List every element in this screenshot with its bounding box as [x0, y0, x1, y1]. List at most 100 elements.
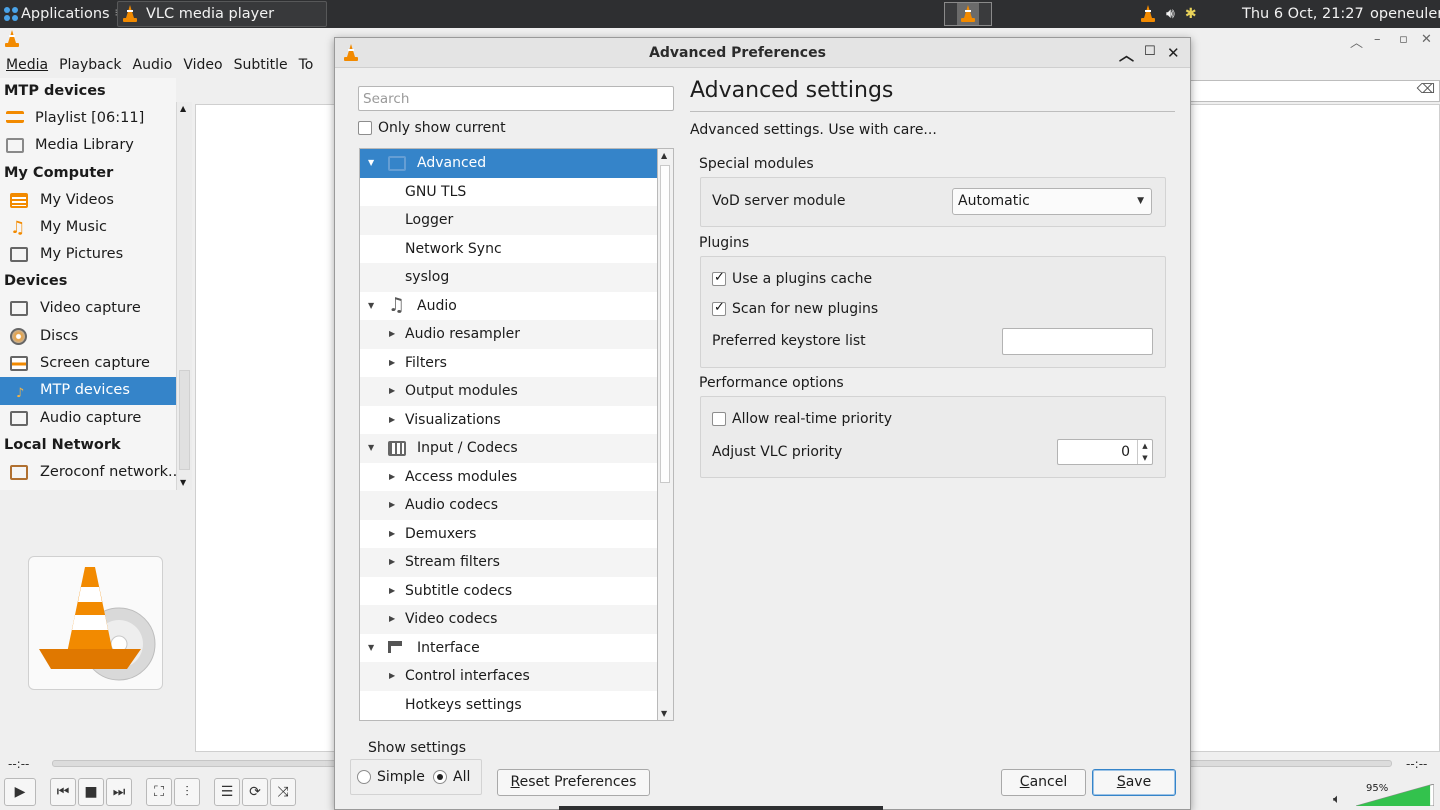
menu-video[interactable]: Video	[177, 57, 227, 73]
clear-search-icon[interactable]: ⌫	[1417, 82, 1435, 97]
close-icon[interactable]: ✕	[1167, 44, 1180, 62]
loop-button[interactable]: ⟳	[242, 778, 268, 806]
sidebar-item-media-library[interactable]: Media Library	[0, 132, 176, 159]
expand-arrow-icon[interactable]: ▶	[389, 520, 395, 549]
scroll-down-icon[interactable]: ▼	[661, 709, 667, 718]
sidebar-item-mtp-devices[interactable]: ♪ MTP devices	[0, 377, 176, 405]
cancel-button[interactable]: Cancel	[1001, 769, 1086, 796]
sidebar-item-my-music[interactable]: ♫ My Music	[0, 214, 176, 241]
next-button[interactable]: ⏭	[106, 778, 132, 806]
minimize-icon[interactable]: –	[1374, 32, 1381, 47]
playlist-toggle-button[interactable]: ☰	[214, 778, 240, 806]
menu-tools[interactable]: To	[293, 57, 319, 73]
fullscreen-button[interactable]: ⛶	[146, 778, 172, 806]
sidebar-item-video-capture[interactable]: Video capture	[0, 295, 176, 322]
tree-scrollbar[interactable]: ▲ ▼	[658, 148, 674, 721]
chevron-up-icon[interactable]: ︿	[1350, 32, 1363, 51]
radio-circle[interactable]	[357, 770, 371, 784]
tree-item-audio[interactable]: ▼ ♫ Audio	[360, 292, 657, 321]
checkbox-box[interactable]	[712, 412, 726, 426]
expand-arrow-icon[interactable]: ▼	[368, 634, 374, 663]
scroll-up-icon[interactable]: ▲	[180, 104, 186, 113]
user-menu[interactable]: openeuler	[1370, 0, 1440, 28]
expand-arrow-icon[interactable]: ▼	[368, 434, 374, 463]
spin-arrows-icon[interactable]: ▲ ▼	[1137, 440, 1152, 464]
volume-tray-icon[interactable]: 🔊︎	[1166, 6, 1175, 22]
expand-arrow-icon[interactable]: ▶	[389, 377, 395, 406]
expand-arrow-icon[interactable]: ▶	[389, 406, 395, 435]
expand-arrow-icon[interactable]: ▶	[389, 662, 395, 691]
tree-item-audio-resampler[interactable]: ▶ Audio resampler	[360, 320, 657, 349]
expand-arrow-icon[interactable]: ▶	[389, 605, 395, 634]
simple-radio[interactable]: Simple	[357, 769, 425, 785]
menu-playback[interactable]: Playback	[53, 57, 126, 73]
playlist-search-input[interactable]: a ⌫	[1180, 80, 1440, 102]
tree-item-visualizations[interactable]: ▶ Visualizations	[360, 406, 657, 435]
taskbar-vlc-button[interactable]: VLC media player	[117, 1, 327, 27]
menu-media[interactable]: Media	[0, 57, 53, 73]
tree-item-syslog[interactable]: syslog	[360, 263, 657, 292]
tree-item-filters[interactable]: ▶ Filters	[360, 349, 657, 378]
shade-icon[interactable]: ︿	[1119, 44, 1134, 65]
tree-item-demuxers[interactable]: ▶ Demuxers	[360, 520, 657, 549]
close-icon[interactable]: ✕	[1421, 32, 1432, 47]
tree-item-logger[interactable]: Logger	[360, 206, 657, 235]
expand-arrow-icon[interactable]: ▶	[389, 463, 395, 492]
clock[interactable]: Thu 6 Oct, 21:27	[1242, 0, 1364, 28]
tree-item-video-codecs[interactable]: ▶ Video codecs	[360, 605, 657, 634]
scrollbar-thumb[interactable]	[179, 370, 190, 470]
expand-arrow-icon[interactable]: ▶	[389, 491, 395, 520]
stop-button[interactable]: ■	[78, 778, 104, 806]
applications-menu-button[interactable]: Applications ⁝	[4, 0, 118, 28]
keystore-input[interactable]	[1002, 328, 1153, 355]
checkbox-box[interactable]	[712, 300, 726, 316]
sidebar-item-screen-capture[interactable]: Screen capture	[0, 350, 176, 377]
tree-item-advanced[interactable]: ▼ Advanced	[360, 149, 657, 178]
play-button[interactable]: ▶	[4, 778, 36, 806]
previous-button[interactable]: ⏮	[50, 778, 76, 806]
tree-item-stream-filters[interactable]: ▶ Stream filters	[360, 548, 657, 577]
tree-item-gnu-tls[interactable]: GNU TLS	[360, 178, 657, 207]
menu-subtitle[interactable]: Subtitle	[228, 57, 293, 73]
sidebar-item-my-pictures[interactable]: My Pictures	[0, 241, 176, 268]
tree-item-hotkeys-settings[interactable]: Hotkeys settings	[360, 691, 657, 720]
vlc-tray-icon[interactable]	[1140, 5, 1156, 23]
expand-arrow-icon[interactable]: ▼	[368, 292, 374, 321]
all-radio[interactable]: All	[433, 769, 470, 785]
tree-item-interface[interactable]: ▼ Interface	[360, 634, 657, 663]
checkbox-box[interactable]	[358, 121, 372, 135]
shuffle-button[interactable]: ⤨	[270, 778, 296, 806]
expand-arrow-icon[interactable]: ▶	[389, 320, 395, 349]
scroll-down-icon[interactable]: ▼	[180, 478, 186, 487]
vod-server-select[interactable]: Automatic ▼	[952, 188, 1152, 215]
expand-arrow-icon[interactable]: ▼	[368, 149, 374, 178]
tree-item-network-sync[interactable]: Network Sync	[360, 235, 657, 264]
network-tray-icon[interactable]: ✱	[1185, 6, 1197, 22]
scan-plugins-checkbox[interactable]: Scan for new plugins	[712, 300, 878, 317]
preferences-search-input[interactable]	[358, 86, 674, 111]
checkbox-box[interactable]	[712, 270, 726, 286]
tree-item-output-modules[interactable]: ▶ Output modules	[360, 377, 657, 406]
reset-preferences-button[interactable]: Reset Preferences	[497, 769, 650, 796]
radio-circle[interactable]	[433, 770, 447, 784]
only-show-current-checkbox[interactable]: Only show current	[358, 120, 506, 136]
maximize-icon[interactable]: ▫	[1399, 32, 1408, 47]
tree-item-control-interfaces[interactable]: ▶ Control interfaces	[360, 662, 657, 691]
tree-item-audio-codecs[interactable]: ▶ Audio codecs	[360, 491, 657, 520]
vlc-priority-spinbox[interactable]: 0 ▲ ▼	[1057, 439, 1153, 465]
expand-arrow-icon[interactable]: ▶	[389, 548, 395, 577]
save-button[interactable]: Save	[1092, 769, 1176, 796]
sidebar-item-discs[interactable]: Discs	[0, 323, 176, 350]
extended-settings-button[interactable]: ⫶	[174, 778, 200, 806]
expand-arrow-icon[interactable]: ▶	[389, 577, 395, 606]
sidebar-item-zeroconf[interactable]: Zeroconf network...	[0, 459, 176, 486]
sidebar-item-playlist[interactable]: Playlist [06:11]	[0, 105, 176, 132]
sidebar-scrollbar[interactable]: ▲ ▼	[176, 102, 192, 490]
expand-arrow-icon[interactable]: ▶	[389, 349, 395, 378]
scroll-up-icon[interactable]: ▲	[661, 151, 667, 160]
tree-item-input-codecs[interactable]: ▼ Input / Codecs	[360, 434, 657, 463]
menu-audio[interactable]: Audio	[127, 57, 178, 73]
sidebar-item-my-videos[interactable]: My Videos	[0, 187, 176, 214]
use-plugins-cache-checkbox[interactable]: Use a plugins cache	[712, 270, 872, 287]
tree-item-subtitle-codecs[interactable]: ▶ Subtitle codecs	[360, 577, 657, 606]
